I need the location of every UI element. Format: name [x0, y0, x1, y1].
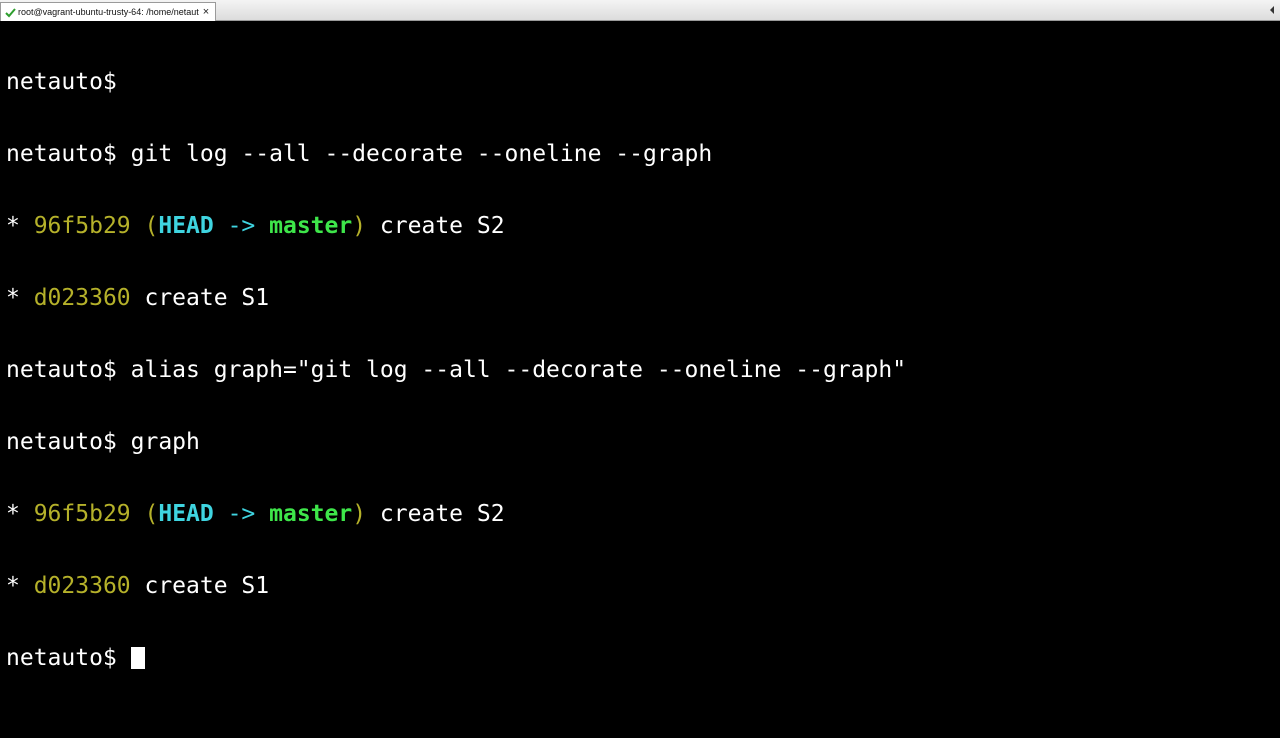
terminal-line: netauto$ — [6, 70, 1280, 94]
command-text — [117, 645, 131, 671]
terminal-line: netauto$ — [6, 646, 1280, 670]
commit-hash: d023360 — [33, 573, 131, 599]
paren-open: ( — [130, 501, 159, 527]
paren-open: ( — [130, 213, 159, 239]
prompt: netauto$ — [6, 645, 117, 671]
command-text: alias graph="git log --all --decorate --… — [116, 357, 907, 383]
commit-message: create S1 — [130, 285, 270, 311]
checkmark-icon — [5, 7, 16, 17]
graph-star: * — [6, 285, 34, 311]
terminal-line: netauto$ alias graph="git log --all --de… — [6, 358, 1280, 382]
tab-title: root@vagrant-ubuntu-trusty-64: /home/net… — [18, 7, 199, 17]
terminal-line: * 96f5b29 (HEAD -> master) create S2 — [6, 502, 1280, 526]
terminal-output[interactable]: netauto$ netauto$ git log --all --decora… — [0, 22, 1280, 738]
terminal-line: * d023360 create S1 — [6, 286, 1280, 310]
ref-arrow: -> — [213, 501, 270, 527]
commit-message: create S2 — [366, 213, 505, 239]
terminal-line: * d023360 create S1 — [6, 574, 1280, 598]
close-icon[interactable]: × — [199, 6, 213, 18]
branch-name: master — [269, 501, 353, 527]
commit-hash: 96f5b29 — [33, 501, 131, 527]
scroll-left-icon[interactable] — [1268, 4, 1276, 16]
prompt: netauto$ — [6, 429, 117, 455]
command-text: graph — [116, 429, 200, 455]
paren-close: ) — [352, 213, 367, 239]
terminal-window: root@vagrant-ubuntu-trusty-64: /home/net… — [0, 0, 1280, 738]
commit-hash: 96f5b29 — [33, 213, 131, 239]
paren-close: ) — [352, 501, 367, 527]
branch-name: master — [269, 213, 353, 239]
commit-hash: d023360 — [33, 285, 131, 311]
head-ref: HEAD — [158, 213, 214, 239]
graph-star: * — [6, 501, 34, 527]
terminal-line: netauto$ git log --all --decorate --onel… — [6, 142, 1280, 166]
ref-arrow: -> — [213, 213, 270, 239]
head-ref: HEAD — [158, 501, 214, 527]
prompt: netauto$ — [6, 141, 117, 167]
prompt: netauto$ — [6, 69, 117, 95]
tab-bar: root@vagrant-ubuntu-trusty-64: /home/net… — [0, 0, 1280, 21]
prompt: netauto$ — [6, 357, 117, 383]
command-text: git log --all --decorate --oneline --gra… — [116, 141, 713, 167]
terminal-line: * 96f5b29 (HEAD -> master) create S2 — [6, 214, 1280, 238]
graph-star: * — [6, 573, 34, 599]
text-cursor — [130, 647, 145, 669]
commit-message: create S2 — [366, 501, 505, 527]
tab-session[interactable]: root@vagrant-ubuntu-trusty-64: /home/net… — [0, 2, 216, 21]
terminal-line: netauto$ graph — [6, 430, 1280, 454]
commit-message: create S1 — [130, 573, 270, 599]
graph-star: * — [6, 213, 34, 239]
